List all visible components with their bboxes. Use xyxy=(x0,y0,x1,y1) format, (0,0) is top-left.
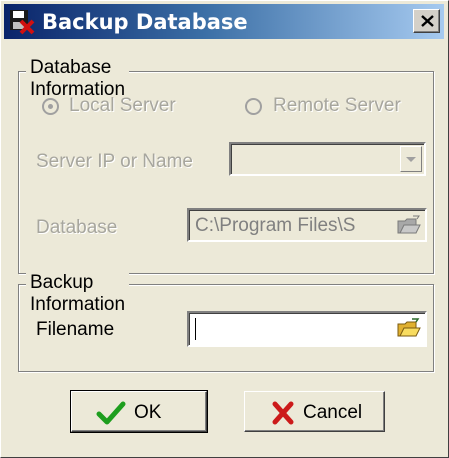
database-backup-icon xyxy=(10,10,35,35)
database-browse-folder-icon[interactable] xyxy=(397,215,421,235)
local-server-label: Local Server xyxy=(69,95,176,116)
chevron-down-icon xyxy=(406,157,416,162)
title-bar[interactable]: Backup Database xyxy=(4,4,444,39)
close-icon xyxy=(421,15,434,27)
filename-label: Filename xyxy=(36,319,115,340)
server-dropdown-button[interactable] xyxy=(400,146,422,172)
ok-button[interactable]: OK xyxy=(70,390,208,433)
database-label: Database xyxy=(36,217,118,238)
filename-input[interactable] xyxy=(187,311,427,347)
checkmark-icon xyxy=(96,401,126,425)
text-cursor xyxy=(195,318,196,340)
cancel-button[interactable]: Cancel xyxy=(244,391,385,432)
server-ip-dropdown[interactable] xyxy=(229,142,426,176)
remote-server-radio[interactable] xyxy=(245,98,262,115)
database-path-field[interactable]: C:\Program Files\S xyxy=(187,208,427,242)
ok-label: OK xyxy=(134,402,162,423)
remote-server-label: Remote Server xyxy=(273,95,401,116)
x-mark-icon xyxy=(272,401,294,425)
cancel-label: Cancel xyxy=(303,402,363,423)
dialog-title: Backup Database xyxy=(42,10,248,34)
server-ip-label: Server IP or Name xyxy=(36,151,193,172)
close-button[interactable] xyxy=(413,9,440,33)
backup-information-legend: Backup Information xyxy=(26,272,130,316)
database-path-value: C:\Program Files\S xyxy=(195,215,356,236)
folder-open-icon[interactable] xyxy=(397,318,421,338)
backup-database-dialog: Backup Database Database Information Loc… xyxy=(0,0,449,458)
local-server-radio[interactable] xyxy=(42,98,59,115)
